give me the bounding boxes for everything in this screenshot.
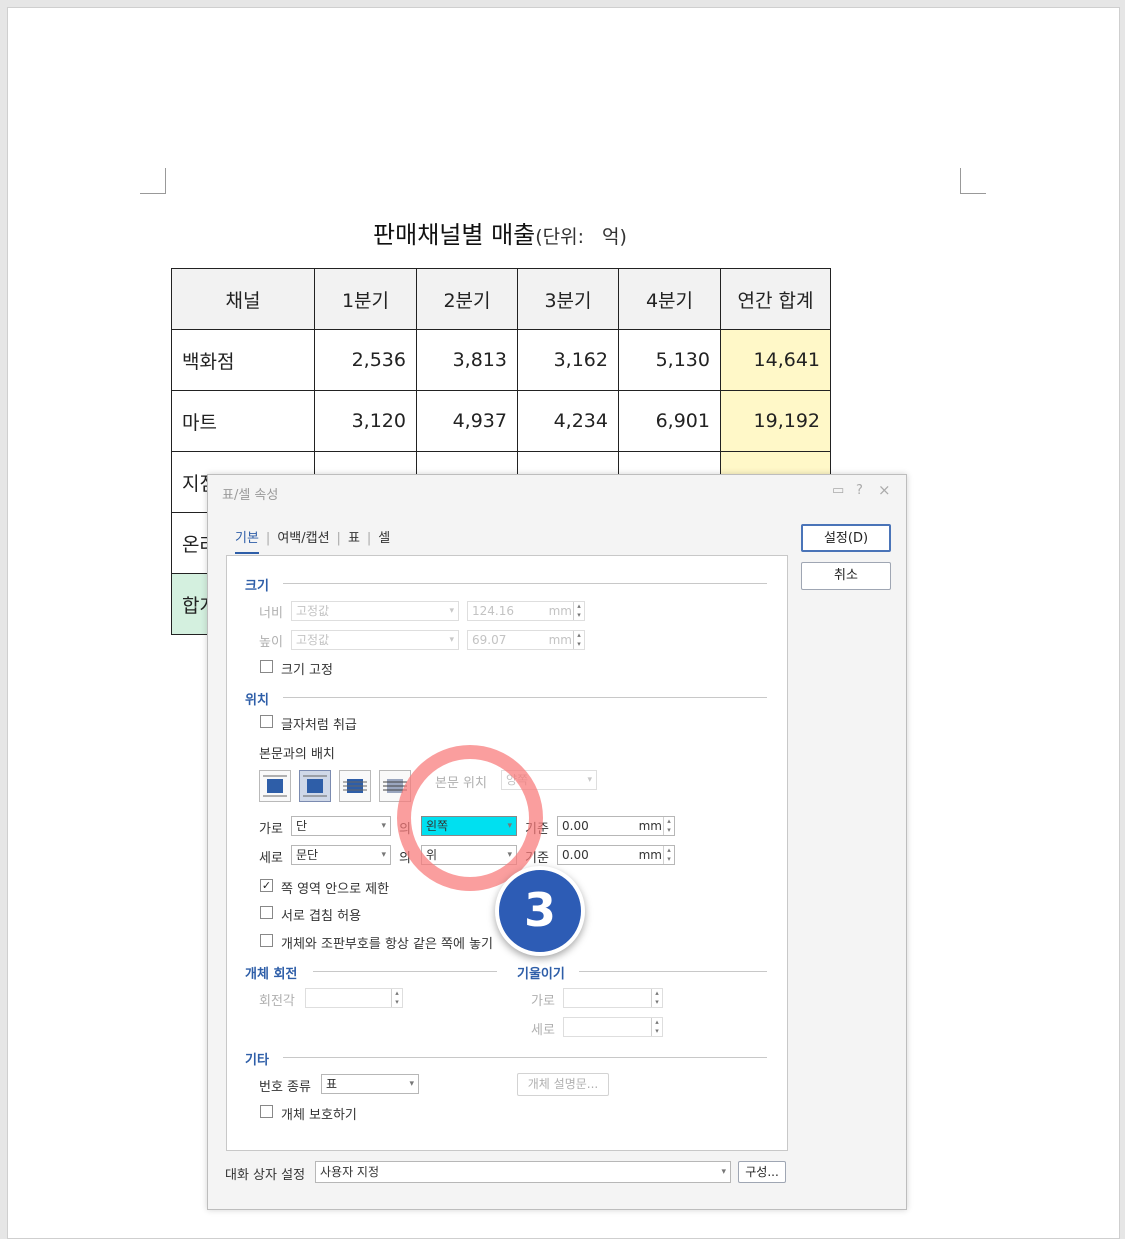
rotation-angle-input[interactable]: ▴ ▾	[305, 988, 403, 1008]
divider	[313, 971, 497, 972]
total-cell[interactable]: 14,641	[720, 329, 831, 391]
table-cell-properties-dialog: 표/셀 속성 ▭ ? × 기본 | 여백/캡션 | 표 | 셀 설정(D) 취소 크기 너비…	[207, 474, 907, 1210]
treat-as-char-label: 글자처럼 취급	[281, 718, 357, 733]
table-title-text: 판매채널별 매출	[373, 221, 536, 249]
skew-horizontal-input[interactable]: ▴ ▾	[563, 988, 663, 1008]
header-cell[interactable]: 채널	[171, 268, 315, 330]
table-cell[interactable]: 3,162	[517, 329, 619, 391]
table-cell[interactable]: 3,813	[416, 329, 518, 391]
height-input[interactable]: 69.07 mm ▴ ▾	[467, 630, 585, 650]
number-type-label: 번호 종류	[259, 1080, 311, 1095]
wrap-behind-text-button[interactable]	[339, 770, 371, 802]
table-cell[interactable]: 2,536	[314, 329, 417, 391]
dialog-settings-label: 대화 상자 설정	[225, 1168, 306, 1183]
width-mode-select[interactable]: 고정값 ▾	[291, 601, 459, 621]
size-section-title: 크기	[245, 579, 269, 594]
wrap-top-bottom-button[interactable]	[299, 770, 331, 802]
dialog-title: 표/셀 속성	[222, 488, 279, 503]
dialog-settings-select[interactable]: 사용자 지정 ▾	[315, 1161, 731, 1183]
position-section-title: 위치	[245, 693, 269, 708]
skew-horizontal-label: 가로	[531, 994, 555, 1009]
unit-prefix: (단위:	[535, 226, 585, 248]
wrap-square-button[interactable]	[259, 770, 291, 802]
row-name[interactable]: 백화점	[171, 329, 315, 391]
protect-object-checkbox[interactable]	[260, 1105, 273, 1118]
width-input[interactable]: 124.16 mm ▴ ▾	[467, 601, 585, 621]
vertical-label: 세로	[259, 851, 283, 866]
tab-table[interactable]: 표	[348, 527, 360, 552]
unit-value: 억)	[602, 226, 627, 248]
table-title: 판매채널별 매출(단위: 억)	[170, 215, 830, 250]
table-cell[interactable]: 4,937	[416, 390, 518, 452]
table-cell[interactable]: 4,234	[517, 390, 619, 452]
skew-section-title: 기울이기	[517, 967, 565, 982]
etc-section-title: 기타	[245, 1053, 269, 1068]
same-page-label: 개체와 조판부호를 항상 같은 쪽에 놓기	[281, 937, 494, 952]
protect-object-label: 개체 보호하기	[281, 1108, 357, 1123]
height-mode-select[interactable]: 고정값 ▾	[291, 630, 459, 650]
wrap-label: 본문과의 배치	[259, 747, 335, 762]
table-row: 마트 3,120 4,937 4,234 6,901 19,192	[171, 390, 831, 452]
number-type-select[interactable]: 표 ▾	[321, 1074, 419, 1094]
tab-basic[interactable]: 기본	[235, 527, 259, 554]
help-icon[interactable]: ?	[856, 483, 863, 498]
header-cell[interactable]: 2분기	[416, 268, 518, 330]
step-badge: 3	[495, 866, 585, 956]
tab-cell[interactable]: 셀	[378, 527, 390, 552]
total-cell[interactable]: 19,192	[720, 390, 831, 452]
header-cell[interactable]: 연간 합계	[720, 268, 831, 330]
object-description-button[interactable]: 개체 설명문...	[517, 1073, 609, 1096]
limit-page-checkbox[interactable]: ✓	[260, 879, 273, 892]
horizontal-reference-select[interactable]: 단 ▾	[291, 816, 391, 836]
tab-margin-caption[interactable]: 여백/캡션	[277, 527, 329, 552]
ok-button[interactable]: 설정(D)	[801, 524, 891, 552]
divider	[283, 697, 767, 698]
restore-icon[interactable]: ▭	[832, 483, 844, 498]
height-label: 높이	[259, 635, 283, 650]
configure-button[interactable]: 구성...	[738, 1161, 786, 1183]
table-cell[interactable]: 6,901	[618, 390, 721, 452]
table-cell[interactable]: 3,120	[314, 390, 417, 452]
divider	[283, 583, 767, 584]
close-icon[interactable]: ×	[878, 481, 891, 499]
width-label: 너비	[259, 606, 283, 621]
skew-vertical-input[interactable]: ▴ ▾	[563, 1017, 663, 1037]
cancel-button[interactable]: 취소	[801, 562, 891, 590]
header-cell[interactable]: 4분기	[618, 268, 721, 330]
rotation-angle-label: 회전각	[259, 994, 295, 1009]
horizontal-label: 가로	[259, 822, 283, 837]
fix-size-checkbox[interactable]	[260, 660, 273, 673]
crop-mark-top-right	[960, 168, 986, 194]
divider	[579, 971, 767, 972]
limit-page-label: 쪽 영역 안으로 제한	[281, 882, 390, 897]
vertical-offset-input[interactable]: 0.00 mm ▴ ▾	[557, 845, 675, 865]
row-name[interactable]: 마트	[171, 390, 315, 452]
crop-mark-top-left	[140, 168, 166, 194]
divider	[283, 1057, 767, 1058]
allow-overlap-label: 서로 겹침 허용	[281, 909, 362, 924]
skew-vertical-label: 세로	[531, 1023, 555, 1038]
table-unit: (단위: 억)	[535, 226, 627, 248]
vertical-reference-select[interactable]: 문단 ▾	[291, 845, 391, 865]
header-cell[interactable]: 1분기	[314, 268, 417, 330]
same-page-checkbox[interactable]	[260, 934, 273, 947]
horizontal-offset-input[interactable]: 0.00 mm ▴ ▾	[557, 816, 675, 836]
rotation-section-title: 개체 회전	[245, 967, 298, 982]
header-cell[interactable]: 3분기	[517, 268, 619, 330]
fix-size-label: 크기 고정	[281, 663, 333, 678]
wrap-top-bottom-icon	[303, 775, 327, 797]
treat-as-char-checkbox[interactable]	[260, 715, 273, 728]
table-header-row: 채널 1분기 2분기 3분기 4분기 연간 합계	[171, 268, 831, 330]
allow-overlap-checkbox[interactable]	[260, 906, 273, 919]
table-row: 백화점 2,536 3,813 3,162 5,130 14,641	[171, 329, 831, 391]
wrap-square-icon	[263, 775, 287, 797]
dialog-tabs: 기본 | 여백/캡션 | 표 | 셀	[235, 527, 390, 554]
wrap-behind-text-icon	[343, 779, 367, 793]
table-cell[interactable]: 5,130	[618, 329, 721, 391]
